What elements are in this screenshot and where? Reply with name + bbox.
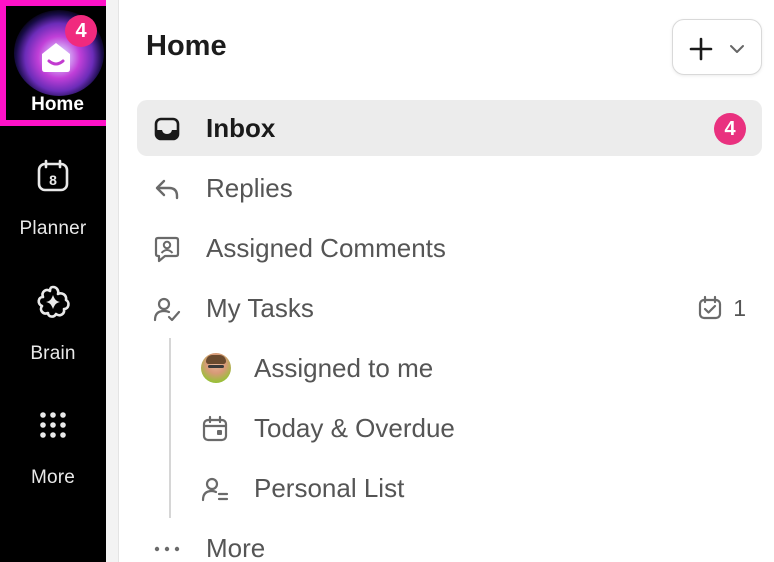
nav-item-assigned-comments[interactable]: Assigned Comments bbox=[137, 220, 762, 276]
nav-item-my-tasks[interactable]: My Tasks 1 bbox=[137, 280, 762, 336]
nav-item-inbox[interactable]: Inbox 4 bbox=[137, 100, 762, 156]
nav-item-replies[interactable]: Replies bbox=[137, 160, 762, 216]
calendar-8-icon: 8 bbox=[37, 159, 69, 192]
user-check-icon bbox=[153, 297, 181, 322]
my-tasks-count-value: 1 bbox=[733, 294, 746, 321]
avatar bbox=[201, 353, 231, 383]
nav-item-more-label: More bbox=[206, 533, 266, 562]
comment-user-icon bbox=[154, 236, 180, 263]
panel-divider bbox=[106, 0, 118, 562]
inbox-tray-icon bbox=[154, 117, 180, 141]
nav-item-personal-list-label: Personal List bbox=[254, 473, 405, 503]
my-tasks-count: 1 bbox=[697, 293, 746, 323]
home-notification-badge: 4 bbox=[65, 15, 97, 47]
rail-item-brain-label: Brain bbox=[30, 343, 76, 364]
calendar-today-icon bbox=[202, 415, 228, 442]
nav-item-inbox-label: Inbox bbox=[206, 113, 276, 143]
svg-text:8: 8 bbox=[49, 172, 57, 188]
inbox-unread-badge: 4 bbox=[714, 113, 746, 145]
nav-item-more[interactable]: More bbox=[137, 520, 762, 562]
page-title: Home bbox=[146, 30, 227, 62]
more-dots-icon bbox=[154, 546, 180, 552]
rail-item-home-label: Home bbox=[31, 94, 84, 115]
rail-item-planner-label: Planner bbox=[19, 218, 87, 239]
rail-item-more-label: More bbox=[30, 467, 76, 488]
chevron-down-icon bbox=[730, 45, 744, 53]
brain-icon bbox=[37, 285, 70, 318]
calendar-check-icon bbox=[699, 295, 722, 320]
nav-item-replies-label: Replies bbox=[206, 173, 293, 203]
nav-item-assigned-to-me[interactable]: Assigned to me bbox=[137, 340, 762, 396]
rail-item-home[interactable]: 4 Home bbox=[0, 0, 115, 126]
create-new-button[interactable] bbox=[672, 19, 762, 75]
left-rail: 4 Home 8 Planner Brain More bbox=[0, 0, 115, 562]
nav-item-assigned-to-me-label: Assigned to me bbox=[254, 353, 434, 383]
nav-item-assigned-comments-label: Assigned Comments bbox=[206, 233, 446, 263]
nav-item-personal-list[interactable]: Personal List bbox=[137, 460, 762, 516]
reply-arrow-icon bbox=[155, 179, 179, 200]
user-list-icon bbox=[201, 477, 229, 502]
nav-item-today-overdue[interactable]: Today & Overdue bbox=[137, 400, 762, 456]
home-panel: Home Inbox 4 Replies Assigned Comments M… bbox=[118, 0, 774, 562]
nav-item-my-tasks-label: My Tasks bbox=[206, 293, 314, 323]
grid-dots-icon bbox=[40, 412, 66, 438]
plus-icon bbox=[689, 37, 713, 61]
nav-item-today-overdue-label: Today & Overdue bbox=[254, 413, 455, 443]
